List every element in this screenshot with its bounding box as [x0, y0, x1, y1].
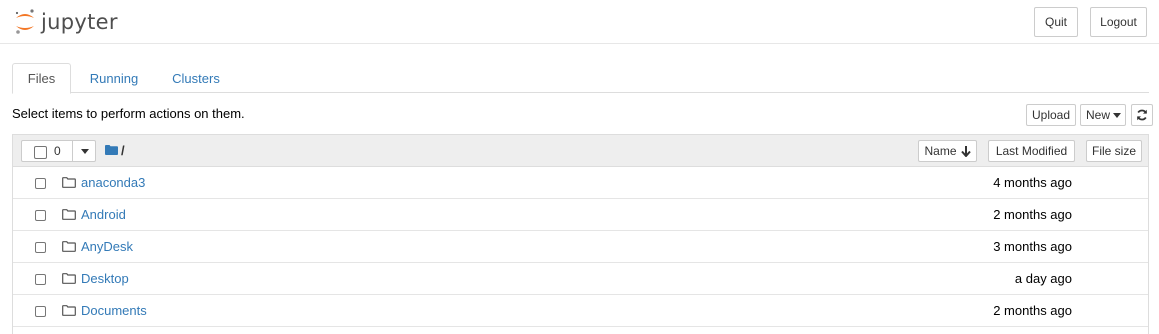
item-modified: 3 months ago — [993, 239, 1072, 254]
item-name[interactable]: AnyDesk — [81, 239, 133, 254]
item-name[interactable]: Documents — [81, 303, 147, 318]
select-all-group: 0 — [21, 140, 96, 162]
list-item[interactable]: AnyDesk 3 months ago — [13, 231, 1148, 263]
file-list: 0 / Name Last Modified File size anacond… — [12, 134, 1149, 334]
quit-button[interactable]: Quit — [1034, 7, 1078, 37]
item-modified: 2 months ago — [993, 207, 1072, 222]
tab-bar: Files Running Clusters — [12, 63, 1149, 94]
folder-outline-icon — [62, 273, 76, 284]
list-item[interactable]: Documents 2 months ago — [13, 295, 1148, 327]
item-name[interactable]: anaconda3 — [81, 175, 145, 190]
logout-button[interactable]: Logout — [1090, 7, 1147, 37]
jupyter-logo-icon — [15, 9, 34, 34]
caret-down-icon — [1113, 112, 1122, 118]
refresh-icon — [1137, 109, 1147, 121]
arrow-down-icon — [960, 145, 971, 157]
item-checkbox[interactable] — [35, 242, 46, 253]
select-all-checkbox[interactable] — [34, 146, 47, 159]
file-list-header: 0 / Name Last Modified File size — [13, 135, 1148, 167]
item-modified: a day ago — [1014, 271, 1072, 286]
new-button-label: New — [1086, 108, 1111, 122]
selected-count: 0 — [54, 144, 61, 158]
selection-hint: Select items to perform actions on them. — [12, 106, 245, 121]
item-checkbox[interactable] — [35, 274, 46, 285]
sort-by-name-button[interactable]: Name — [918, 140, 977, 162]
tab-clusters[interactable]: Clusters — [158, 63, 234, 93]
folder-outline-icon — [62, 241, 76, 252]
sort-name-label: Name — [924, 144, 957, 158]
logo-text: jupyter — [41, 10, 118, 34]
sort-by-file-size-button[interactable]: File size — [1086, 140, 1142, 162]
item-checkbox[interactable] — [35, 306, 46, 317]
caret-down-icon — [80, 148, 89, 154]
item-name[interactable]: Android — [81, 207, 126, 222]
tab-running[interactable]: Running — [75, 63, 153, 93]
item-checkbox[interactable] — [35, 178, 46, 189]
item-checkbox[interactable] — [35, 210, 46, 221]
list-item[interactable]: Android 2 months ago — [13, 199, 1148, 231]
upload-button[interactable]: Upload — [1026, 104, 1076, 126]
list-item[interactable]: Desktop a day ago — [13, 263, 1148, 295]
sort-by-last-modified-button[interactable]: Last Modified — [988, 140, 1075, 162]
folder-outline-icon — [62, 177, 76, 188]
top-header: jupyter Quit Logout — [0, 0, 1159, 44]
new-dropdown-button[interactable]: New — [1080, 104, 1126, 126]
item-name[interactable]: Desktop — [81, 271, 129, 286]
tab-files[interactable]: Files — [12, 63, 71, 94]
current-path[interactable]: / — [121, 143, 125, 158]
folder-outline-icon — [62, 305, 76, 316]
jupyter-logo[interactable]: jupyter — [14, 6, 118, 38]
list-item[interactable]: anaconda3 4 months ago — [13, 167, 1148, 199]
refresh-button[interactable] — [1131, 104, 1153, 126]
folder-outline-icon — [62, 209, 76, 220]
select-menu-toggle[interactable] — [73, 141, 96, 161]
item-modified: 4 months ago — [993, 175, 1072, 190]
item-modified: 2 months ago — [993, 303, 1072, 318]
folder-icon — [105, 145, 118, 155]
